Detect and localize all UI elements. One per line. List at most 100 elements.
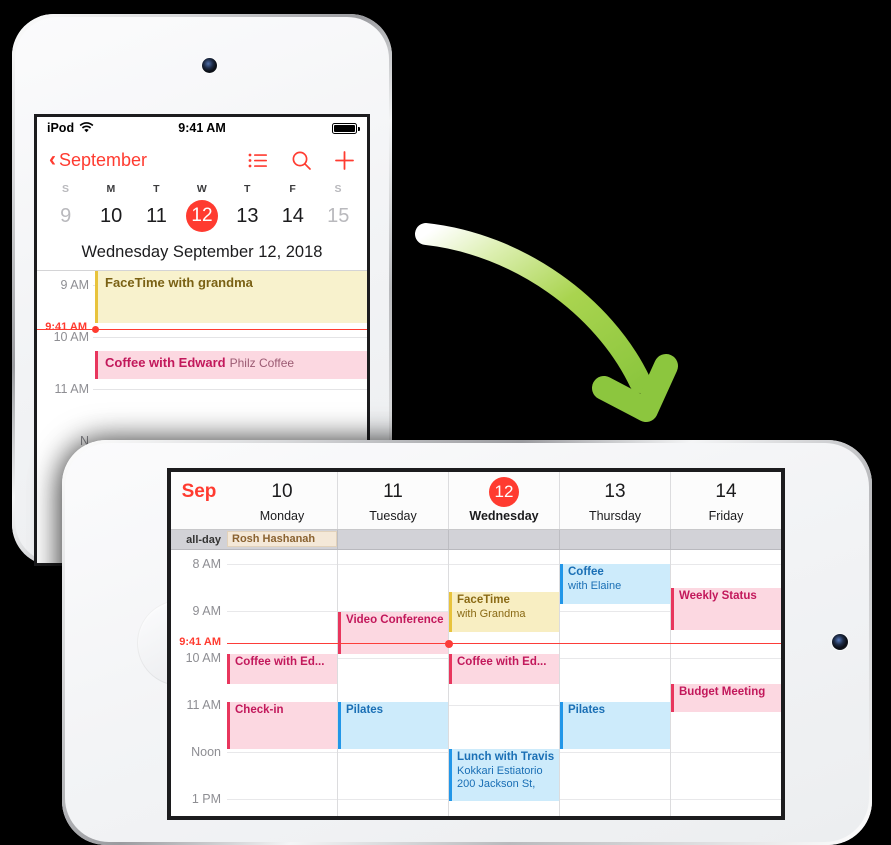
hour-line [671, 799, 781, 800]
event-block[interactable]: Coffee with Elaine [560, 564, 670, 604]
event-block[interactable]: Check-in [227, 702, 337, 749]
event-title: Pilates [568, 704, 606, 716]
day-header-friday[interactable]: 14 Friday [670, 472, 781, 529]
event-detail: Kokkari Estiatorio [457, 764, 543, 777]
hour-line [227, 752, 337, 753]
hour-line [560, 752, 670, 753]
day-number: 12 [449, 477, 559, 507]
hour-label: 10 AM [185, 651, 221, 665]
week-header: Sep 10 Monday 11 Tuesday 12 Wednesday 13 Thursd… [171, 472, 781, 530]
week-date-13[interactable]: 13 [225, 205, 270, 228]
event-block[interactable]: Coffee with Edward Philz Coffee [95, 351, 367, 379]
front-camera-icon [832, 634, 848, 650]
search-icon[interactable] [291, 150, 312, 171]
week-date-9[interactable]: 9 [43, 205, 88, 228]
day-columns-header[interactable]: 10 Monday 11 Tuesday 12 Wednesday 13 Thursday 14… [227, 472, 781, 529]
event-block[interactable]: Video Conference [338, 612, 448, 654]
event-title: Coffee with Edward Philz Coffee [105, 355, 295, 370]
day-columns[interactable]: Coffee with Ed... Check-in Video Conferenc… [227, 550, 781, 816]
week-dates-row[interactable]: 9 10 11 12 13 14 15 [43, 200, 361, 232]
event-title: Coffee with Ed... [457, 656, 547, 668]
event-title: Lunch with Travis [457, 751, 555, 763]
event-block[interactable]: Weekly Status [671, 588, 781, 630]
day-column-monday[interactable]: Coffee with Ed... Check-in [227, 550, 337, 816]
event-detail: with Elaine [568, 579, 622, 592]
event-title: Coffee [568, 566, 604, 578]
week-date-15[interactable]: 15 [316, 205, 361, 228]
week-date-10[interactable]: 10 [88, 205, 133, 228]
landscape-device: Sep 10 Monday 11 Tuesday 12 Wednesday 13 Thursd… [62, 440, 872, 845]
selected-date-header: Wednesday September 12, 2018 [37, 236, 367, 270]
all-day-cell[interactable] [448, 530, 559, 549]
day-name: Tuesday [369, 509, 417, 523]
week-date-12[interactable]: 12 [179, 200, 224, 232]
day-name: Wednesday [469, 509, 539, 523]
curved-arrow-icon [408, 210, 708, 440]
status-right [332, 122, 360, 134]
day-column-tuesday[interactable]: Video Conference Pilates [337, 550, 448, 816]
event-block[interactable]: Lunch with Travis Kokkari Estiatorio 200 J… [449, 749, 559, 801]
event-title: Video Conference [346, 614, 444, 626]
hour-label: 9 AM [192, 604, 222, 618]
event-block[interactable]: FaceTime with Grandma [449, 592, 559, 632]
day-column-wednesday[interactable]: FaceTime with Grandma Coffee with Ed... Lun… [448, 550, 559, 816]
hour-label: 11 AM [54, 382, 89, 396]
portrait-day-grid[interactable]: 9 AM 10 AM 11 AM N FaceTime with grandma Coff… [37, 271, 367, 449]
current-time-indicator: 9:41 AM [37, 321, 367, 333]
back-to-september-button[interactable]: ‹ September [49, 147, 147, 171]
all-day-cell[interactable] [337, 530, 448, 549]
event-block[interactable]: Pilates [338, 702, 448, 749]
all-day-cell[interactable] [670, 530, 781, 549]
dow-label: T [243, 183, 251, 195]
event-title: FaceTime with grandma [105, 275, 253, 290]
event-block[interactable]: FaceTime with grandma [95, 271, 367, 323]
dow-label: S [334, 183, 342, 195]
event-title: Budget Meeting [679, 686, 766, 698]
dow-label: T [153, 183, 160, 195]
event-block[interactable]: Budget Meeting [671, 684, 781, 712]
hour-line [338, 658, 448, 659]
event-block[interactable]: Pilates [560, 702, 670, 749]
day-name: Thursday [588, 509, 642, 523]
event-location: Philz Coffee [229, 356, 295, 370]
all-day-cell[interactable]: Rosh Hashanah [227, 530, 337, 549]
hour-line [449, 705, 559, 706]
status-time: 9:41 AM [178, 121, 226, 135]
day-name: Monday [259, 509, 305, 523]
event-block[interactable]: Coffee with Ed... [449, 654, 559, 684]
day-header-tuesday[interactable]: 11 Tuesday [337, 472, 448, 529]
all-day-event[interactable]: Rosh Hashanah [227, 531, 337, 547]
hour-line [560, 611, 670, 612]
list-view-icon[interactable] [248, 150, 269, 171]
portrait-nav-bar: ‹ September [37, 139, 367, 181]
plus-icon[interactable] [334, 150, 355, 171]
dow-label: W [196, 183, 208, 195]
hour-line [560, 658, 670, 659]
week-date-11[interactable]: 11 [134, 205, 179, 228]
hour-line [93, 337, 367, 338]
day-column-friday[interactable]: Weekly Status Budget Meeting [670, 550, 781, 816]
all-day-cells[interactable]: Rosh Hashanah [227, 530, 781, 549]
chevron-left-icon: ‹ [49, 147, 56, 171]
current-time-label: 9:41 AM [45, 321, 87, 333]
day-column-thursday[interactable]: Coffee with Elaine Pilates [559, 550, 670, 816]
day-header-wednesday[interactable]: 12 Wednesday [448, 472, 559, 529]
hour-line [93, 389, 367, 390]
current-time-dot [92, 326, 99, 333]
day-number: 13 [604, 481, 626, 502]
hour-line [338, 752, 448, 753]
event-block[interactable]: Coffee with Ed... [227, 654, 337, 684]
day-header-monday[interactable]: 10 Monday [227, 472, 337, 529]
hour-line [338, 799, 448, 800]
event-detail: 200 Jackson St, [457, 777, 536, 790]
all-day-row[interactable]: all-day Rosh Hashanah [171, 530, 781, 550]
hour-line [449, 564, 559, 565]
hour-label: 9 AM [60, 278, 90, 292]
week-grid-body[interactable]: 8 AM 9 AM 10 AM 11 AM Noon 1 PM Coffee with E… [171, 550, 781, 816]
portrait-week-strip[interactable]: S M T W T F S 9 10 11 12 13 14 15 [37, 181, 367, 236]
hour-label: 8 AM [192, 557, 222, 571]
hour-line [227, 564, 337, 565]
day-header-thursday[interactable]: 13 Thursday [559, 472, 670, 529]
week-date-14[interactable]: 14 [270, 205, 315, 228]
all-day-cell[interactable] [559, 530, 670, 549]
